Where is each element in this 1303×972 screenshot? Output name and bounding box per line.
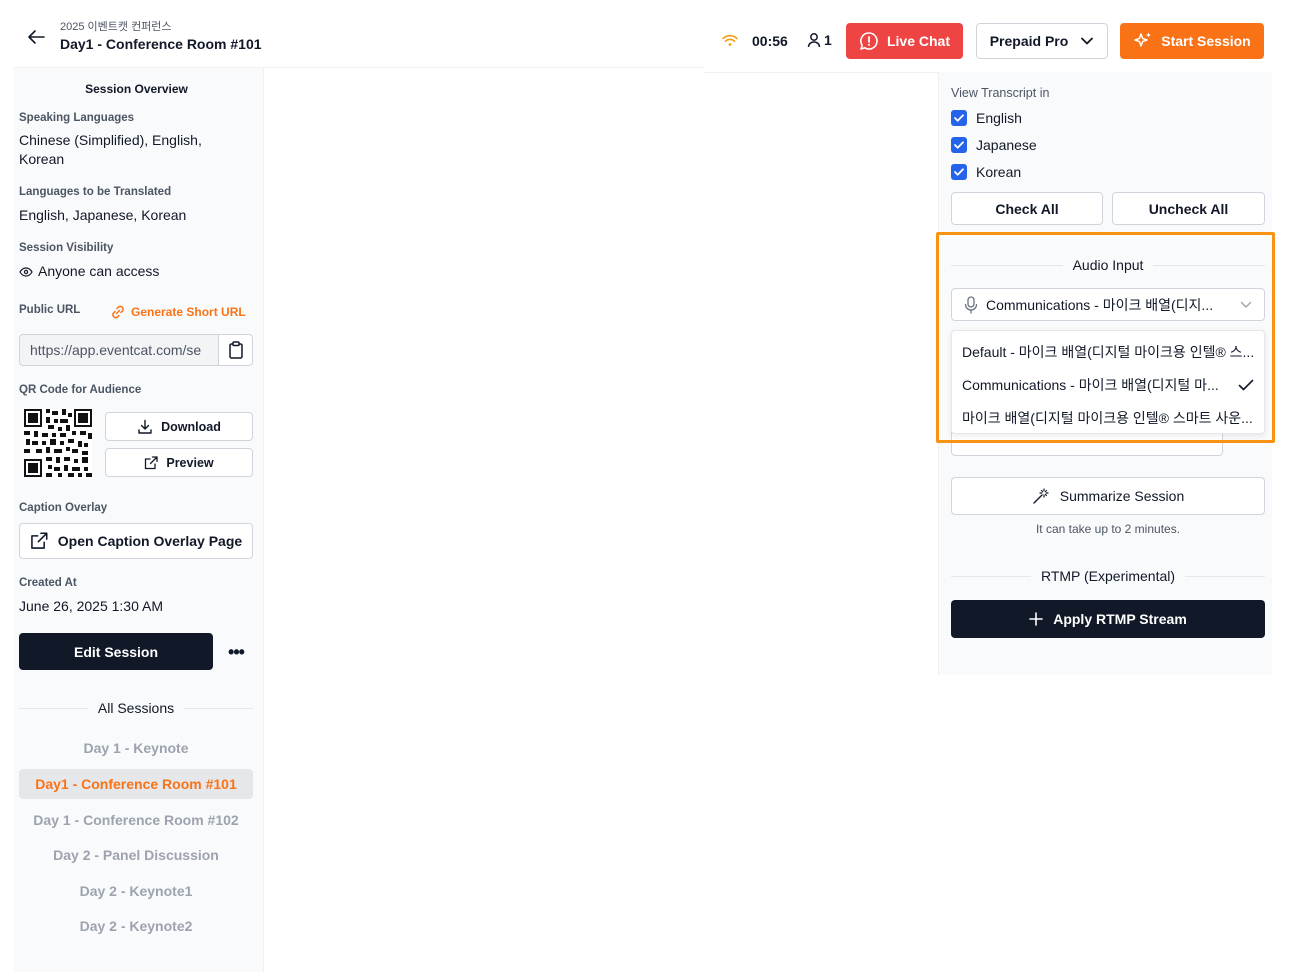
public-url-field[interactable]: https://app.eventcat.com/se bbox=[19, 334, 253, 366]
summarize-label: Summarize Session bbox=[1059, 488, 1185, 504]
language-label: Japanese bbox=[976, 137, 1037, 153]
uncheck-all-button[interactable]: Uncheck All bbox=[1112, 192, 1265, 225]
generate-short-url-link[interactable]: Generate Short URL bbox=[110, 304, 246, 320]
live-chat-button[interactable]: Live Chat bbox=[846, 23, 963, 59]
language-checkbox-japanese[interactable]: Japanese bbox=[951, 137, 1037, 153]
language-checkbox-english[interactable]: English bbox=[951, 110, 1022, 126]
session-item[interactable]: Day 2 - Panel Discussion bbox=[19, 840, 253, 870]
participant-count-value: 1 bbox=[824, 32, 832, 48]
rtmp-header: RTMP (Experimental) bbox=[951, 568, 1266, 584]
start-session-button[interactable]: Start Session bbox=[1120, 23, 1264, 59]
translated-languages-value: English, Japanese, Korean bbox=[19, 207, 187, 223]
external-link-icon bbox=[145, 455, 159, 469]
magic-wand-icon bbox=[1033, 488, 1049, 504]
rtmp-title: RTMP (Experimental) bbox=[1040, 568, 1176, 584]
clipboard-icon bbox=[228, 341, 243, 359]
session-item-active[interactable]: Day1 - Conference Room #101 bbox=[19, 769, 253, 799]
visibility-value: Anyone can access bbox=[19, 262, 159, 281]
participant-count: 1 bbox=[807, 32, 832, 48]
overview-title: Session Overview bbox=[85, 82, 188, 96]
divider-line bbox=[19, 707, 88, 709]
session-item[interactable]: Day 2 - Keynote2 bbox=[19, 911, 253, 941]
caption-overlay-label: Caption Overlay bbox=[19, 502, 108, 514]
preview-label: Preview bbox=[166, 455, 214, 470]
plus-icon bbox=[1029, 612, 1044, 626]
download-label: Download bbox=[161, 419, 221, 434]
visibility-text: Anyone can access bbox=[38, 263, 160, 279]
eye-icon bbox=[19, 266, 33, 277]
more-options-button[interactable]: ••• bbox=[224, 642, 248, 662]
language-label: Korean bbox=[976, 164, 1022, 180]
public-url-label: Public URL bbox=[19, 304, 81, 316]
preview-qr-button[interactable]: Preview bbox=[105, 448, 253, 477]
download-icon bbox=[138, 419, 152, 434]
check-icon bbox=[954, 114, 964, 122]
speaking-languages-value: Chinese (Simplified), English, Korean bbox=[19, 132, 202, 167]
back-button[interactable] bbox=[24, 26, 48, 48]
link-icon bbox=[112, 305, 124, 319]
divider-line bbox=[951, 575, 1031, 577]
audio-input-highlight bbox=[936, 232, 1275, 443]
apply-rtmp-label: Apply RTMP Stream bbox=[1053, 611, 1187, 627]
sparkle-icon bbox=[1134, 32, 1152, 47]
session-title: Day1 - Conference Room #101 bbox=[60, 36, 262, 52]
language-label: English bbox=[976, 110, 1022, 126]
created-at-label: Created At bbox=[19, 577, 77, 589]
edit-session-button[interactable]: Edit Session bbox=[19, 633, 213, 670]
content-divider bbox=[704, 72, 938, 73]
external-link-icon bbox=[30, 532, 48, 549]
chat-alert-icon bbox=[860, 32, 878, 50]
all-sessions-header: All Sessions bbox=[19, 700, 254, 716]
all-sessions-title: All Sessions bbox=[97, 700, 175, 716]
plan-dropdown[interactable]: Prepaid Pro bbox=[976, 23, 1108, 59]
session-item[interactable]: Day 1 - Keynote bbox=[19, 733, 253, 763]
wifi-icon bbox=[721, 33, 739, 47]
view-transcript-label: View Transcript in bbox=[951, 86, 1050, 100]
translated-languages-label: Languages to be Translated bbox=[19, 186, 172, 198]
plan-label: Prepaid Pro bbox=[989, 33, 1069, 49]
check-all-button[interactable]: Check All bbox=[951, 192, 1103, 225]
created-at-value: June 26, 2025 1:30 AM bbox=[19, 598, 163, 614]
check-icon bbox=[954, 168, 964, 176]
open-caption-overlay-button[interactable]: Open Caption Overlay Page bbox=[19, 523, 253, 559]
divider-line bbox=[184, 707, 254, 709]
start-session-label: Start Session bbox=[1161, 33, 1251, 49]
public-url-value[interactable]: https://app.eventcat.com/se bbox=[20, 335, 218, 365]
open-caption-overlay-label: Open Caption Overlay Page bbox=[57, 533, 243, 549]
speaking-languages-label: Speaking Languages bbox=[19, 112, 135, 124]
copy-url-button[interactable] bbox=[218, 335, 252, 365]
generate-short-url-label: Generate Short URL bbox=[131, 305, 246, 319]
visibility-label: Session Visibility bbox=[19, 242, 114, 254]
event-name: 2025 이벤트캣 컨퍼런스 bbox=[60, 21, 172, 33]
qr-code-label: QR Code for Audience bbox=[19, 384, 142, 396]
apply-rtmp-button[interactable]: Apply RTMP Stream bbox=[951, 600, 1265, 638]
live-chat-label: Live Chat bbox=[886, 33, 950, 49]
checkbox-checked[interactable] bbox=[951, 164, 967, 180]
session-timer: 00:56 bbox=[752, 33, 788, 49]
checkbox-checked[interactable] bbox=[951, 137, 967, 153]
session-item[interactable]: Day 1 - Conference Room #102 bbox=[19, 805, 253, 835]
session-item[interactable]: Day 2 - Keynote1 bbox=[19, 876, 253, 906]
check-icon bbox=[954, 141, 964, 149]
arrow-left-icon bbox=[28, 30, 45, 44]
qr-code-image bbox=[24, 409, 92, 477]
summarize-hint: It can take up to 2 minutes. bbox=[1035, 522, 1181, 536]
download-qr-button[interactable]: Download bbox=[105, 412, 253, 441]
person-icon bbox=[807, 33, 821, 48]
session-overview-panel: Session Overview Speaking Languages Chin… bbox=[14, 68, 264, 972]
divider-line bbox=[1185, 575, 1266, 577]
summarize-session-button[interactable]: Summarize Session bbox=[951, 477, 1265, 515]
checkbox-checked[interactable] bbox=[951, 110, 967, 126]
language-checkbox-korean[interactable]: Korean bbox=[951, 164, 1021, 180]
chevron-down-icon bbox=[1081, 37, 1094, 45]
